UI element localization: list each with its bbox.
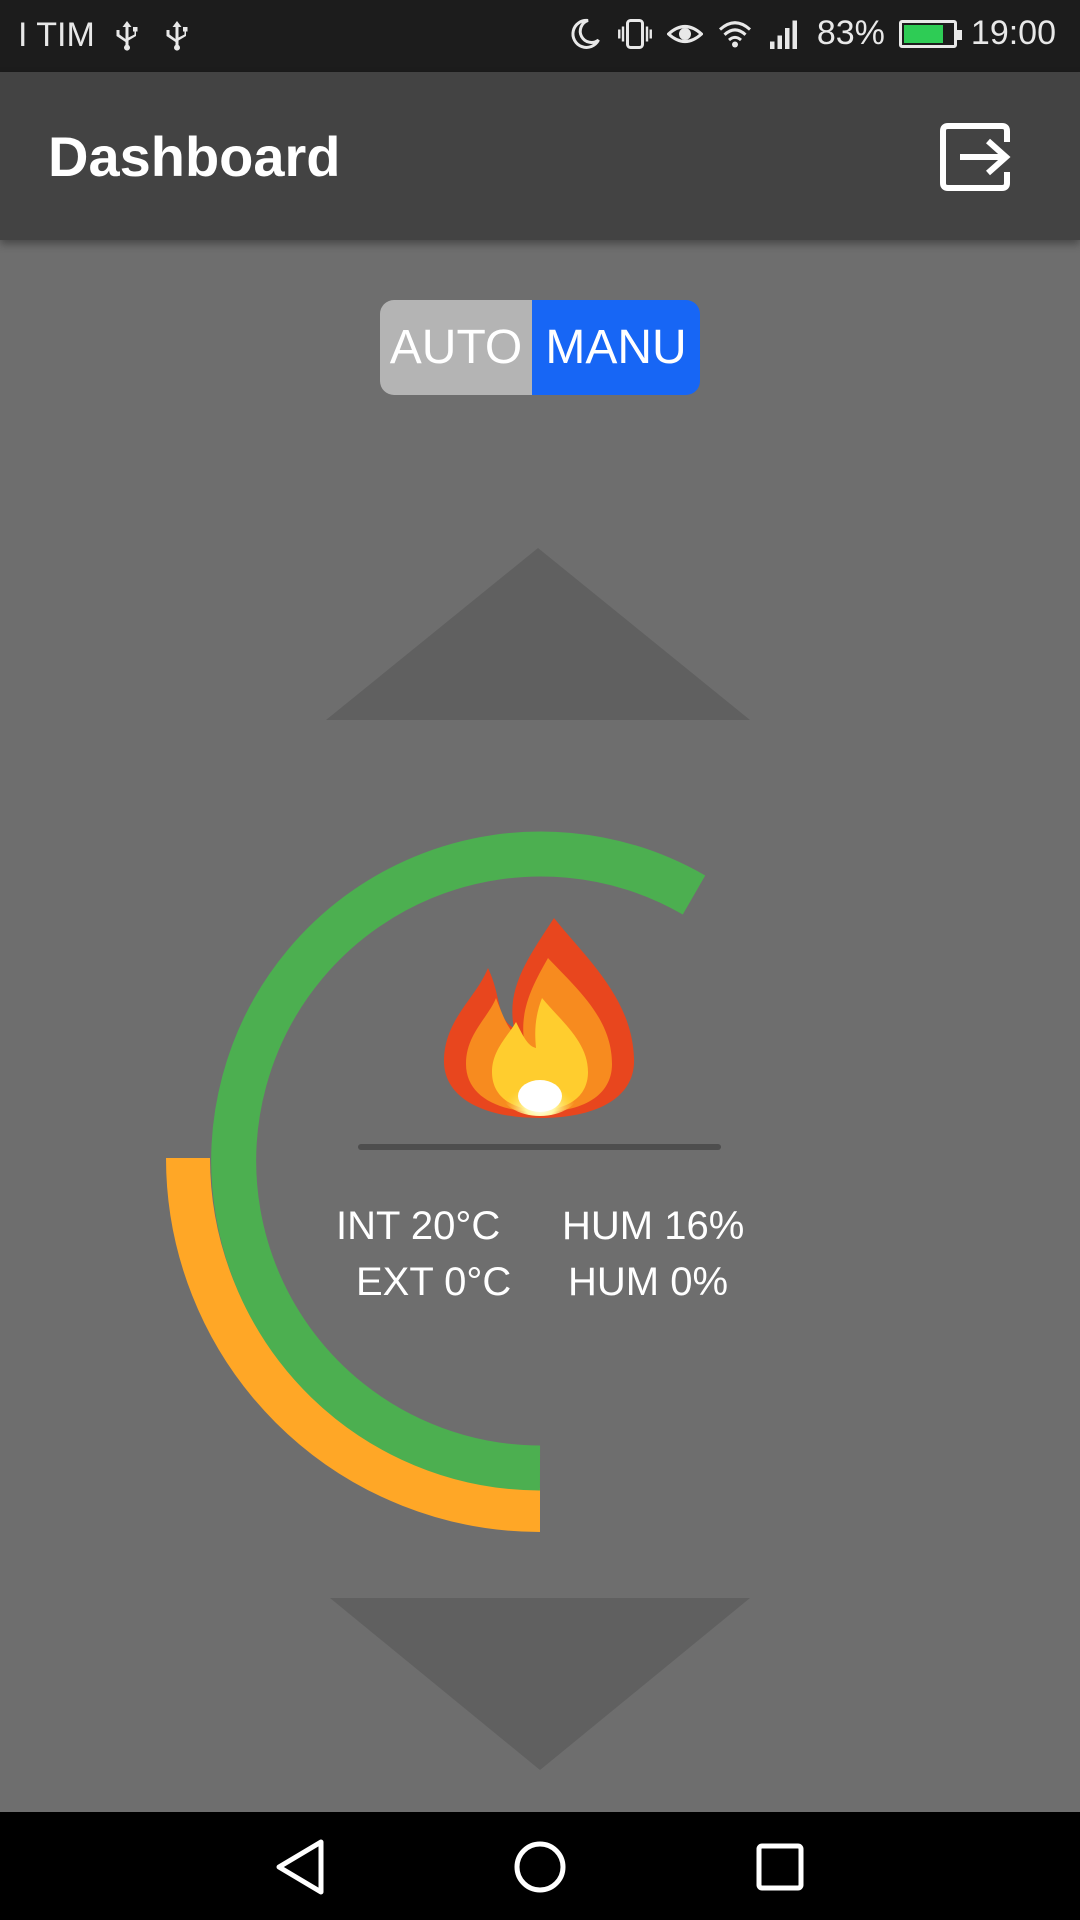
page-title: Dashboard	[48, 125, 341, 188]
mode-toggle: AUTO MANU	[380, 300, 700, 395]
recents-icon[interactable]	[745, 1832, 815, 1902]
wifi-icon	[718, 20, 751, 47]
clock: 19:00	[970, 14, 1056, 52]
battery-percent: 83%	[816, 14, 885, 52]
external-temperature: EXT 0°C	[356, 1260, 512, 1304]
internal-temperature: INT 20°C	[336, 1204, 501, 1248]
navigation-bar	[0, 1812, 1080, 1920]
logout-icon[interactable]	[938, 120, 1012, 194]
signal-icon	[769, 20, 797, 49]
home-icon[interactable]	[505, 1832, 575, 1902]
flame-icon	[443, 918, 635, 1118]
moon-icon	[571, 18, 600, 49]
status-right: 83% 19:00	[567, 14, 1056, 53]
divider	[358, 1144, 721, 1150]
eye-icon	[666, 24, 703, 43]
carrier-label: I TIM	[18, 16, 95, 54]
status-bar: I TIM 83% 19:00	[0, 0, 1080, 72]
vibrate-icon	[617, 18, 652, 49]
internal-humidity: HUM 16%	[562, 1204, 745, 1248]
usb-icon	[116, 20, 138, 51]
external-humidity: HUM 0%	[568, 1260, 729, 1304]
back-icon[interactable]	[265, 1832, 335, 1902]
status-left: I TIM	[18, 16, 195, 55]
battery-fill	[903, 24, 944, 43]
usb-icon	[166, 20, 188, 51]
triangle-up-icon[interactable]	[326, 548, 750, 720]
app-bar: Dashboard	[0, 72, 1080, 240]
mode-auto-button[interactable]: AUTO	[380, 300, 532, 395]
triangle-down-icon[interactable]	[330, 1598, 750, 1770]
battery-charging-icon	[898, 19, 962, 48]
mode-manual-button[interactable]: MANU	[532, 300, 700, 395]
